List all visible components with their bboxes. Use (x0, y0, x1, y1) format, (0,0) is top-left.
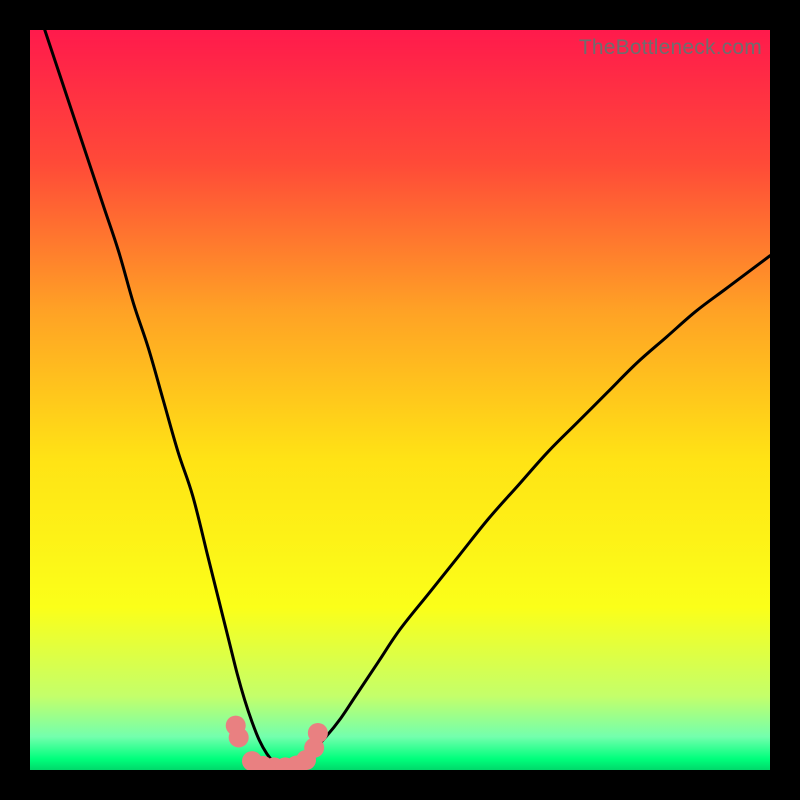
valley-marker (308, 723, 328, 743)
plot-area: TheBottleneck.com (30, 30, 770, 770)
valley-marker (229, 727, 249, 747)
curves-layer (30, 30, 770, 770)
watermark-text: TheBottleneck.com (579, 36, 762, 60)
chart-frame: TheBottleneck.com (0, 0, 800, 800)
curve-right (282, 256, 770, 768)
curve-left (45, 30, 282, 768)
